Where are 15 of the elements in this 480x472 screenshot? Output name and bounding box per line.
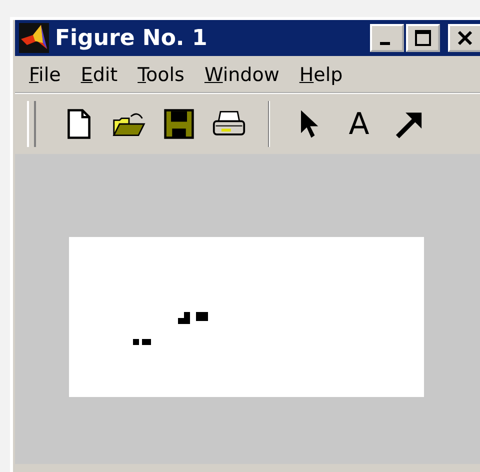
text-tool-button[interactable]: A <box>338 103 380 145</box>
minimize-icon <box>380 42 390 44</box>
close-button[interactable] <box>448 24 480 52</box>
menu-item[interactable]: Help <box>299 64 343 86</box>
maximize-button[interactable] <box>406 24 440 52</box>
minimize-button[interactable] <box>370 24 404 52</box>
menu-item[interactable]: Window <box>204 64 280 86</box>
menu-item[interactable]: File <box>29 64 61 86</box>
toolbar-grip[interactable] <box>27 101 36 147</box>
window-title: Figure No. 1 <box>55 26 208 50</box>
menu-item[interactable]: Edit <box>80 64 118 86</box>
surface-plot-icon <box>19 23 49 53</box>
menu-item[interactable]: Tools <box>138 64 184 86</box>
maximize-icon <box>413 28 433 48</box>
close-icon <box>455 28 475 48</box>
